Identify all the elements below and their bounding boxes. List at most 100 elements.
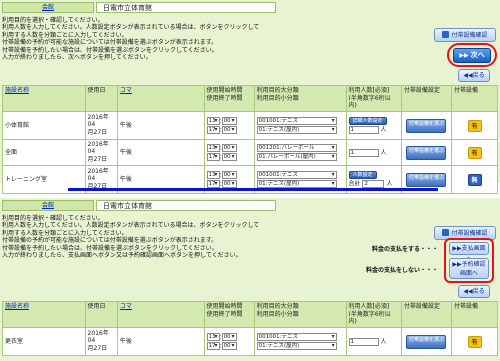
people-cell: 1 人	[345, 327, 402, 356]
select-equipment-button[interactable]: 付帯設備を選ぶ	[406, 118, 447, 133]
no-pay-note: 料金の支払をしない・・・	[366, 267, 439, 274]
end-hour-select[interactable]: 17	[206, 152, 220, 161]
reservation-form-section-1: 会館 日電市立体育館 利用目的を選択・確認してください。 利用人数を入力してくだ…	[0, 0, 500, 194]
select-equipment-button[interactable]: 付帯設備を選ぶ	[406, 172, 447, 187]
purpose-cell: 001001:テニス 01:テニス(屋内)	[253, 327, 347, 356]
people-cell: 詳細人数設定 1 人	[345, 111, 402, 140]
reservation-form-section-2: 会館 日電市立体育館 利用目的を選択・確認してください。 利用人数を入力してくだ…	[0, 198, 500, 361]
people-total-input[interactable]: 2	[362, 179, 385, 188]
col-time: 使用開始時間 使用終了時間	[203, 85, 255, 112]
col-facility[interactable]: 施設名称	[2, 85, 86, 112]
hall-label[interactable]: 会館	[2, 200, 94, 211]
equipment-yes-badge: 有	[467, 335, 482, 348]
purpose-cell: 001201:バレーボール 01:バレーボール(屋内)	[253, 139, 347, 166]
pay-note: 料金の支払をする・・・	[372, 246, 439, 253]
end-hour-select[interactable]: 17	[206, 125, 220, 134]
facility-cell: 全面	[2, 139, 86, 166]
time-cell: 13:00 17:00	[203, 111, 255, 140]
end-minute-select[interactable]: 00	[221, 341, 237, 350]
hall-label[interactable]: 会館	[2, 2, 94, 13]
equipment-yes-badge: 有	[467, 146, 482, 159]
equip-setting-cell: 付帯設備を選ぶ	[400, 327, 453, 356]
table-row: 小体育館 2016年04月27日 午後 13:00 17:00 001001:テ…	[2, 111, 498, 140]
purpose-cell: 001001:テニス 01:テニス(屋内)	[253, 111, 347, 140]
reservation-table: 施設名称 使用日 コマ 使用開始時間 使用終了時間 利用目的大分類 利用目的小分類 …	[2, 301, 498, 356]
equip-cell: 有	[451, 139, 498, 166]
back-button-label: 戻る	[472, 288, 485, 295]
people-setting-button[interactable]: 人数設定	[348, 170, 377, 179]
instruction-line: 付帯設備を予約したい場合は、付帯設備を選ぶボタンをクリックしてください。	[2, 46, 218, 54]
start-hour-select[interactable]: 13	[206, 332, 220, 341]
table-header-row: 施設名称 使用日 コマ 使用開始時間 使用終了時間 利用目的大分類 利用目的小分類 …	[2, 301, 498, 328]
table-header-row: 施設名称 使用日 コマ 使用開始時間 使用終了時間 利用目的大分類 利用目的小分類 …	[2, 85, 498, 112]
people-unit: 人	[380, 338, 387, 345]
people-input[interactable]: 1	[348, 125, 379, 134]
instruction-line: 利用人数を入力してください。人数設定ボタンが表示されている場合は、ボタンをクリッ…	[2, 222, 260, 230]
col-purpose: 利用目的大分類 利用目的小分類	[253, 301, 347, 328]
purpose-minor-select[interactable]: 01:テニス(屋内)	[256, 125, 337, 134]
col-purpose: 利用目的大分類 利用目的小分類	[253, 85, 347, 112]
instruction-line: 付帯設備の予約が可能な施設については付帯設備を選ぶボタンが表示されます。	[2, 237, 218, 245]
start-minute-select[interactable]: 00	[221, 116, 237, 125]
facility-cell: 更衣室	[2, 327, 86, 356]
next-button-highlight-ring	[447, 43, 497, 67]
instruction-line: 付帯設備を予約したい場合は、付帯設備を選ぶボタンをクリックしてください。	[2, 244, 218, 252]
purpose-major-select[interactable]: 001001:テニス	[256, 116, 337, 125]
equip-setting-cell: 付帯設備を選ぶ	[400, 111, 453, 140]
col-facility[interactable]: 施設名称	[2, 301, 86, 328]
section-divider	[68, 188, 438, 191]
date-cell: 2016年04 月27日	[84, 327, 118, 356]
select-equipment-button[interactable]: 付帯設備を選ぶ	[406, 334, 447, 349]
instruction-line: 利用人数を入力してください。人数設定ボタンが表示されている場合は、ボタンをクリッ…	[2, 24, 260, 32]
purpose-minor-select[interactable]: 01:テニス(屋内)	[256, 341, 337, 350]
purpose-major-select[interactable]: 001201:バレーボール	[256, 143, 337, 152]
purpose-major-select[interactable]: 001001:テニス	[256, 332, 337, 341]
col-time: 使用開始時間 使用終了時間	[203, 301, 255, 328]
col-koma[interactable]: コマ	[116, 85, 205, 112]
end-hour-select[interactable]: 17	[206, 341, 220, 350]
start-minute-select[interactable]: 00	[221, 143, 237, 152]
time-cell: 13:00 17:00	[203, 327, 255, 356]
end-minute-select[interactable]: 00	[221, 125, 237, 134]
equipment-confirm-label: 付帯設備確認	[451, 32, 488, 39]
table-row: 更衣室 2016年04月27日 午後 13:00 17:00 001001:テニ…	[2, 327, 498, 356]
start-hour-select[interactable]: 13	[206, 143, 220, 152]
instruction-line: 付帯設備の予約が可能な施設については付帯設備を選ぶボタンが表示されます。	[2, 39, 218, 47]
hall-header: 会館 日電市立体育館	[0, 198, 500, 213]
people-input[interactable]: 1	[348, 337, 379, 346]
purpose-minor-select[interactable]: 01:テニス(屋内)	[256, 179, 337, 188]
document-icon	[442, 31, 450, 38]
people-unit: 人	[380, 126, 387, 133]
equipment-confirm-button[interactable]: 付帯設備確認	[434, 28, 496, 42]
equip-setting-cell: 付帯設備を選ぶ	[400, 139, 453, 166]
reservation-table: 施設名称 使用日 コマ 使用開始時間 使用終了時間 利用目的大分類 利用目的小分類 …	[2, 85, 498, 194]
hall-name: 日電市立体育館	[96, 200, 276, 211]
arrow-left-icon: ◀◀	[463, 72, 473, 79]
instruction-line: 入力が終わりましたら、支払画面へボタン又は予約確認画面へボタンを押してください。	[2, 252, 242, 260]
start-minute-select[interactable]: 00	[221, 332, 237, 341]
end-minute-select[interactable]: 00	[221, 152, 237, 161]
koma-cell: 午後	[116, 111, 205, 140]
col-koma[interactable]: コマ	[116, 301, 205, 328]
people-detail-button[interactable]: 詳細人数設定	[348, 116, 387, 125]
col-equipment-setting: 付帯設備設定	[400, 301, 453, 328]
arrow-left-icon: ◀◀	[463, 288, 473, 295]
instruction-line: 入力が終わりましたら、次へボタンを押してください。	[2, 54, 152, 62]
koma-cell: 午後	[116, 139, 205, 166]
col-equipment: 付帯設備	[451, 85, 498, 112]
purpose-major-select[interactable]: 001001:テニス	[256, 170, 337, 179]
select-equipment-button[interactable]: 付帯設備を選ぶ	[406, 145, 447, 160]
equipment-no-badge: 無	[467, 173, 482, 186]
start-hour-select[interactable]: 13	[206, 116, 220, 125]
people-total-label: 合計	[348, 180, 361, 187]
purpose-minor-select[interactable]: 01:バレーボール(屋内)	[256, 152, 337, 161]
back-button[interactable]: ◀◀戻る	[458, 285, 490, 298]
back-button[interactable]: ◀◀戻る	[458, 69, 490, 82]
end-hour-select[interactable]: 17	[206, 179, 220, 188]
end-minute-select[interactable]: 00	[221, 179, 237, 188]
people-input[interactable]: 1	[348, 148, 379, 157]
time-cell: 13:00 17:00	[203, 139, 255, 166]
start-hour-select[interactable]: 13	[206, 170, 220, 179]
col-date: 使用日	[84, 301, 118, 328]
start-minute-select[interactable]: 00	[221, 170, 237, 179]
